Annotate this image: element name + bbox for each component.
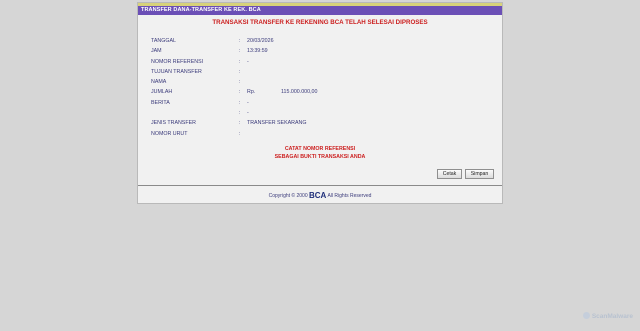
label-nama: NAMA [151, 79, 167, 86]
transaction-details: TANGGAL : 20/03/2026 JAM : 13:39:59 NOMO… [151, 36, 491, 139]
row-jumlah: JUMLAH : Rp. 115.000.000,00 [151, 87, 491, 97]
row-tanggal: TANGGAL : 20/03/2026 [151, 36, 491, 46]
colon: : [239, 99, 241, 106]
colon: : [239, 110, 241, 117]
row-nama: NAMA : [151, 77, 491, 87]
watermark-text: ScanMalware [591, 313, 633, 320]
footer-copyright: Copyright © 2000 BCA All Rights Reserved [138, 191, 502, 201]
row-jam: JAM : 13:39:59 [151, 46, 491, 56]
colon: : [239, 48, 241, 55]
colon: : [239, 89, 241, 96]
reference-note-line2: SEBAGAI BUKTI TRANSAKSI ANDA [274, 154, 366, 160]
row-nomor-urut: NOMOR URUT : [151, 129, 491, 139]
label-jam: JAM [151, 48, 162, 55]
row-jenis-transfer: JENIS TRANSFER : TRANSFER SEKARANG [151, 118, 491, 128]
scanmalware-watermark: ScanMalware [582, 312, 633, 320]
bca-brand: BCA [309, 191, 327, 200]
scanmalware-logo-icon [582, 312, 590, 319]
colon: : [239, 38, 241, 44]
label-jenis-transfer: JENIS TRANSFER [151, 120, 196, 127]
colon: : [239, 130, 241, 137]
save-button[interactable]: Simpan [465, 169, 494, 179]
footer-divider [138, 185, 502, 186]
label-tujuan-transfer: TUJUAN TRANSFER [151, 68, 202, 75]
label-berita: BERITA [151, 99, 170, 106]
row-berita-line2: : - [151, 108, 491, 118]
print-button[interactable]: Cetak [437, 169, 462, 179]
value-tanggal: 20/03/2026 [247, 38, 274, 44]
transfer-confirmation-panel: TRANSFER DANA-TRANSFER KE REK. BCA TRANS… [137, 2, 503, 204]
row-nomor-referensi: NOMOR REFERENSI : - [151, 57, 491, 67]
label-jumlah: JUMLAH [151, 89, 173, 96]
value-jam: 13:39:59 [247, 48, 268, 55]
page-title-bar: TRANSFER DANA-TRANSFER KE REK. BCA [138, 6, 502, 15]
copyright-rights: All Rights Reserved [327, 193, 372, 199]
label-nomor-referensi: NOMOR REFERENSI [151, 58, 204, 65]
colon: : [239, 68, 241, 75]
colon: : [239, 58, 241, 65]
success-headline: TRANSAKSI TRANSFER KE REKENING BCA TELAH… [212, 19, 428, 26]
value-nomor-referensi: - [247, 58, 249, 65]
value-jenis-transfer: TRANSFER SEKARANG [247, 120, 307, 127]
value-berita: - [247, 99, 249, 106]
label-nomor-urut: NOMOR URUT [151, 130, 188, 137]
colon: : [239, 79, 241, 86]
label-tanggal: TANGGAL [151, 38, 176, 44]
value-jumlah-currency: Rp. [247, 89, 256, 96]
copyright-prefix: Copyright © 2000 [268, 193, 308, 199]
colon: : [239, 120, 241, 127]
value-jumlah: 115.000.000,00 [281, 89, 318, 96]
reference-note-line1: CATAT NOMOR REFERENSI [284, 146, 356, 152]
row-berita: BERITA : - [151, 98, 491, 108]
row-tujuan-transfer: TUJUAN TRANSFER : [151, 67, 491, 77]
value-berita-line2: - [247, 110, 249, 117]
